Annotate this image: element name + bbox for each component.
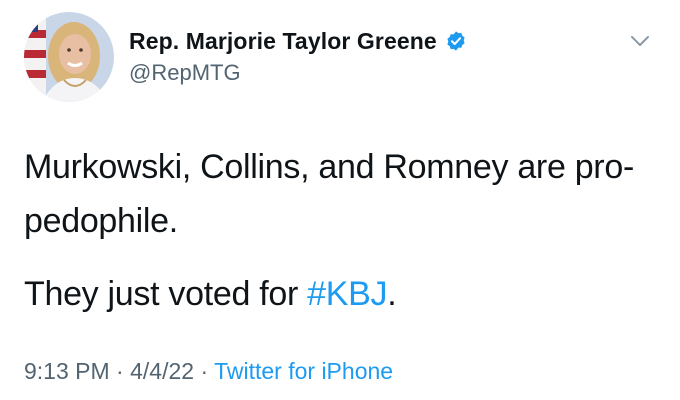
tweet-text-line2-suffix: . <box>387 275 397 313</box>
hashtag-link[interactable]: #KBJ <box>307 275 387 313</box>
author-name-row[interactable]: Rep. Marjorie Taylor Greene <box>129 26 467 56</box>
tweet-text-line2: They just voted for #KBJ. <box>24 267 654 321</box>
tweet-meta: 9:13 PM · 4/4/22 · Twitter for iPhone <box>24 358 393 385</box>
verified-badge-icon <box>445 30 467 52</box>
avatar[interactable] <box>24 12 114 102</box>
meta-separator: · <box>109 358 131 384</box>
tweet-text-line2-prefix: They just voted for <box>24 275 308 313</box>
chevron-down-icon[interactable] <box>627 28 653 54</box>
tweet-body: Murkowski, Collins, and Romney are pro-p… <box>24 140 654 321</box>
tweet-text-line1: Murkowski, Collins, and Romney are pro-p… <box>24 148 634 240</box>
avatar-photo <box>24 12 114 102</box>
tweet-source-link[interactable]: Twitter for iPhone <box>214 358 393 384</box>
tweet-date[interactable]: 4/4/22 <box>130 358 194 384</box>
tweet-time[interactable]: 9:13 PM <box>24 358 110 384</box>
meta-separator-2: · <box>194 358 215 384</box>
tweet-card: Rep. Marjorie Taylor Greene @RepMTG Murk… <box>0 0 680 400</box>
author-display-name[interactable]: Rep. Marjorie Taylor Greene <box>129 28 437 55</box>
author-handle[interactable]: @RepMTG <box>129 60 241 86</box>
